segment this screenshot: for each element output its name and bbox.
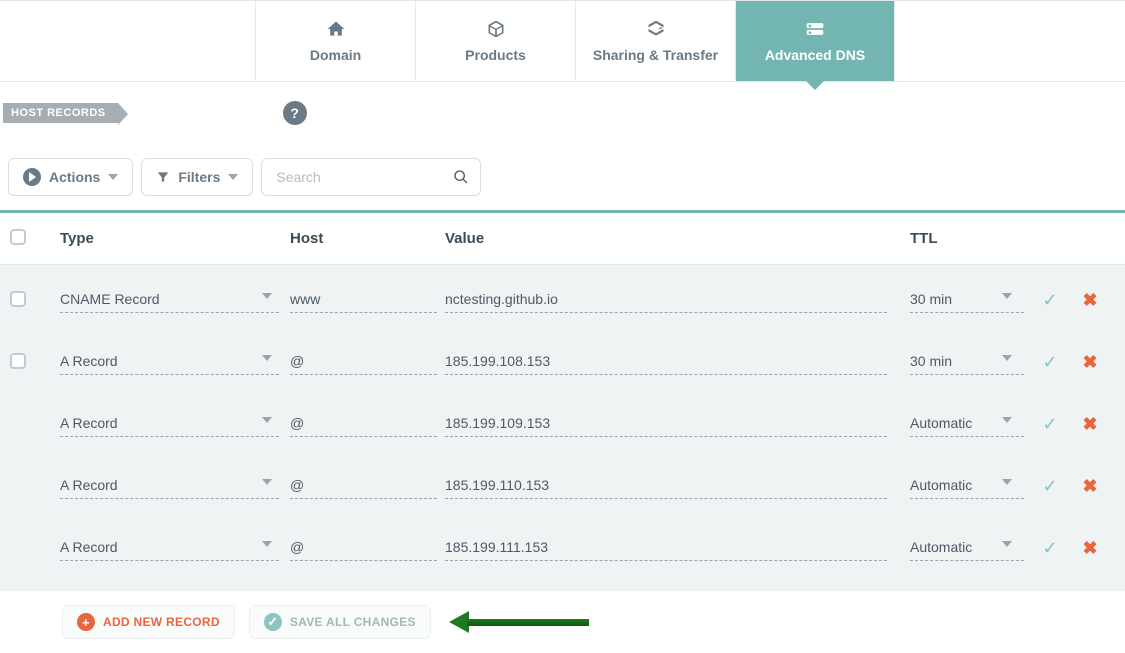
help-icon[interactable]: ?	[283, 101, 307, 125]
top-tabs: Domain Products Sharing & Transfer Advan…	[0, 0, 1125, 82]
table-row: ✓✖	[0, 393, 1125, 455]
chevron-down-icon	[228, 174, 238, 180]
chevron-down-icon[interactable]	[1002, 541, 1012, 547]
host-field[interactable]	[290, 287, 437, 313]
filters-label: Filters	[178, 169, 220, 185]
table-body: ✓✖✓✖✓✖✓✖✓✖	[0, 265, 1125, 591]
save-all-button[interactable]: ✓ SAVE ALL CHANGES	[249, 605, 431, 639]
toolbar: Actions Filters	[0, 132, 1125, 210]
tab-domain[interactable]: Domain	[255, 1, 415, 81]
value-field[interactable]	[445, 411, 887, 437]
tab-label: Products	[465, 47, 526, 63]
chevron-down-icon[interactable]	[262, 541, 272, 547]
filters-button[interactable]: Filters	[141, 158, 253, 196]
search-box	[261, 158, 481, 196]
table-header: Type Host Value TTL	[0, 213, 1125, 265]
type-field[interactable]	[60, 287, 279, 313]
chevron-down-icon[interactable]	[262, 417, 272, 423]
chevron-down-icon[interactable]	[262, 293, 272, 299]
delete-row-button[interactable]: ✖	[1070, 290, 1110, 311]
search-icon[interactable]	[453, 169, 469, 185]
search-input[interactable]	[261, 158, 481, 196]
value-field[interactable]	[445, 287, 887, 313]
table-footer: + ADD NEW RECORD ✓ SAVE ALL CHANGES	[0, 591, 1125, 653]
records-table: Type Host Value TTL ✓✖✓✖✓✖✓✖✓✖	[0, 210, 1125, 591]
actions-label: Actions	[49, 169, 100, 185]
row-checkbox[interactable]	[10, 291, 26, 307]
col-type: Type	[60, 230, 290, 247]
ttl-field[interactable]	[910, 349, 1024, 375]
home-icon	[324, 19, 348, 39]
section-title: HOST RECORDS	[3, 103, 118, 123]
play-icon	[23, 168, 41, 186]
chevron-down-icon	[108, 174, 118, 180]
value-field[interactable]	[445, 349, 887, 375]
tab-products[interactable]: Products	[415, 1, 575, 81]
confirm-row-button[interactable]: ✓	[1030, 290, 1070, 311]
type-field[interactable]	[60, 473, 279, 499]
section-header: HOST RECORDS ?	[0, 94, 1125, 132]
ttl-field[interactable]	[910, 411, 1024, 437]
tab-sharing-transfer[interactable]: Sharing & Transfer	[575, 1, 735, 81]
server-icon	[803, 19, 827, 39]
col-value: Value	[445, 230, 910, 247]
col-host: Host	[290, 230, 445, 247]
ttl-field[interactable]	[910, 473, 1024, 499]
ttl-field[interactable]	[910, 287, 1024, 313]
add-record-button[interactable]: + ADD NEW RECORD	[62, 605, 235, 639]
table-row: ✓✖	[0, 331, 1125, 393]
confirm-row-button[interactable]: ✓	[1030, 476, 1070, 497]
table-row: ✓✖	[0, 269, 1125, 331]
arrow-annotation-icon	[449, 613, 589, 631]
host-field[interactable]	[290, 535, 437, 561]
check-icon: ✓	[264, 613, 282, 631]
row-checkbox[interactable]	[10, 353, 26, 369]
plus-icon: +	[77, 613, 95, 631]
value-field[interactable]	[445, 473, 887, 499]
host-field[interactable]	[290, 349, 437, 375]
chevron-down-icon[interactable]	[262, 479, 272, 485]
chevron-down-icon[interactable]	[1002, 479, 1012, 485]
type-field[interactable]	[60, 535, 279, 561]
tab-label: Sharing & Transfer	[593, 47, 718, 63]
value-field[interactable]	[445, 535, 887, 561]
chevron-down-icon[interactable]	[1002, 355, 1012, 361]
tab-label: Domain	[310, 47, 361, 63]
delete-row-button[interactable]: ✖	[1070, 476, 1110, 497]
add-record-label: ADD NEW RECORD	[103, 615, 220, 629]
confirm-row-button[interactable]: ✓	[1030, 414, 1070, 435]
actions-button[interactable]: Actions	[8, 158, 133, 196]
chevron-down-icon[interactable]	[1002, 417, 1012, 423]
confirm-row-button[interactable]: ✓	[1030, 538, 1070, 559]
col-ttl: TTL	[910, 230, 1030, 247]
delete-row-button[interactable]: ✖	[1070, 538, 1110, 559]
host-field[interactable]	[290, 411, 437, 437]
funnel-icon	[156, 170, 170, 184]
box-icon	[484, 19, 508, 39]
save-all-label: SAVE ALL CHANGES	[290, 615, 416, 629]
delete-row-button[interactable]: ✖	[1070, 414, 1110, 435]
select-all-checkbox[interactable]	[10, 229, 26, 245]
transfer-icon	[644, 19, 668, 39]
chevron-down-icon[interactable]	[1002, 293, 1012, 299]
type-field[interactable]	[60, 411, 279, 437]
confirm-row-button[interactable]: ✓	[1030, 352, 1070, 373]
delete-row-button[interactable]: ✖	[1070, 352, 1110, 373]
ttl-field[interactable]	[910, 535, 1024, 561]
table-row: ✓✖	[0, 455, 1125, 517]
type-field[interactable]	[60, 349, 279, 375]
tab-advanced-dns[interactable]: Advanced DNS	[735, 1, 895, 81]
table-row: ✓✖	[0, 517, 1125, 579]
chevron-down-icon[interactable]	[262, 355, 272, 361]
host-field[interactable]	[290, 473, 437, 499]
tab-label: Advanced DNS	[765, 47, 865, 63]
